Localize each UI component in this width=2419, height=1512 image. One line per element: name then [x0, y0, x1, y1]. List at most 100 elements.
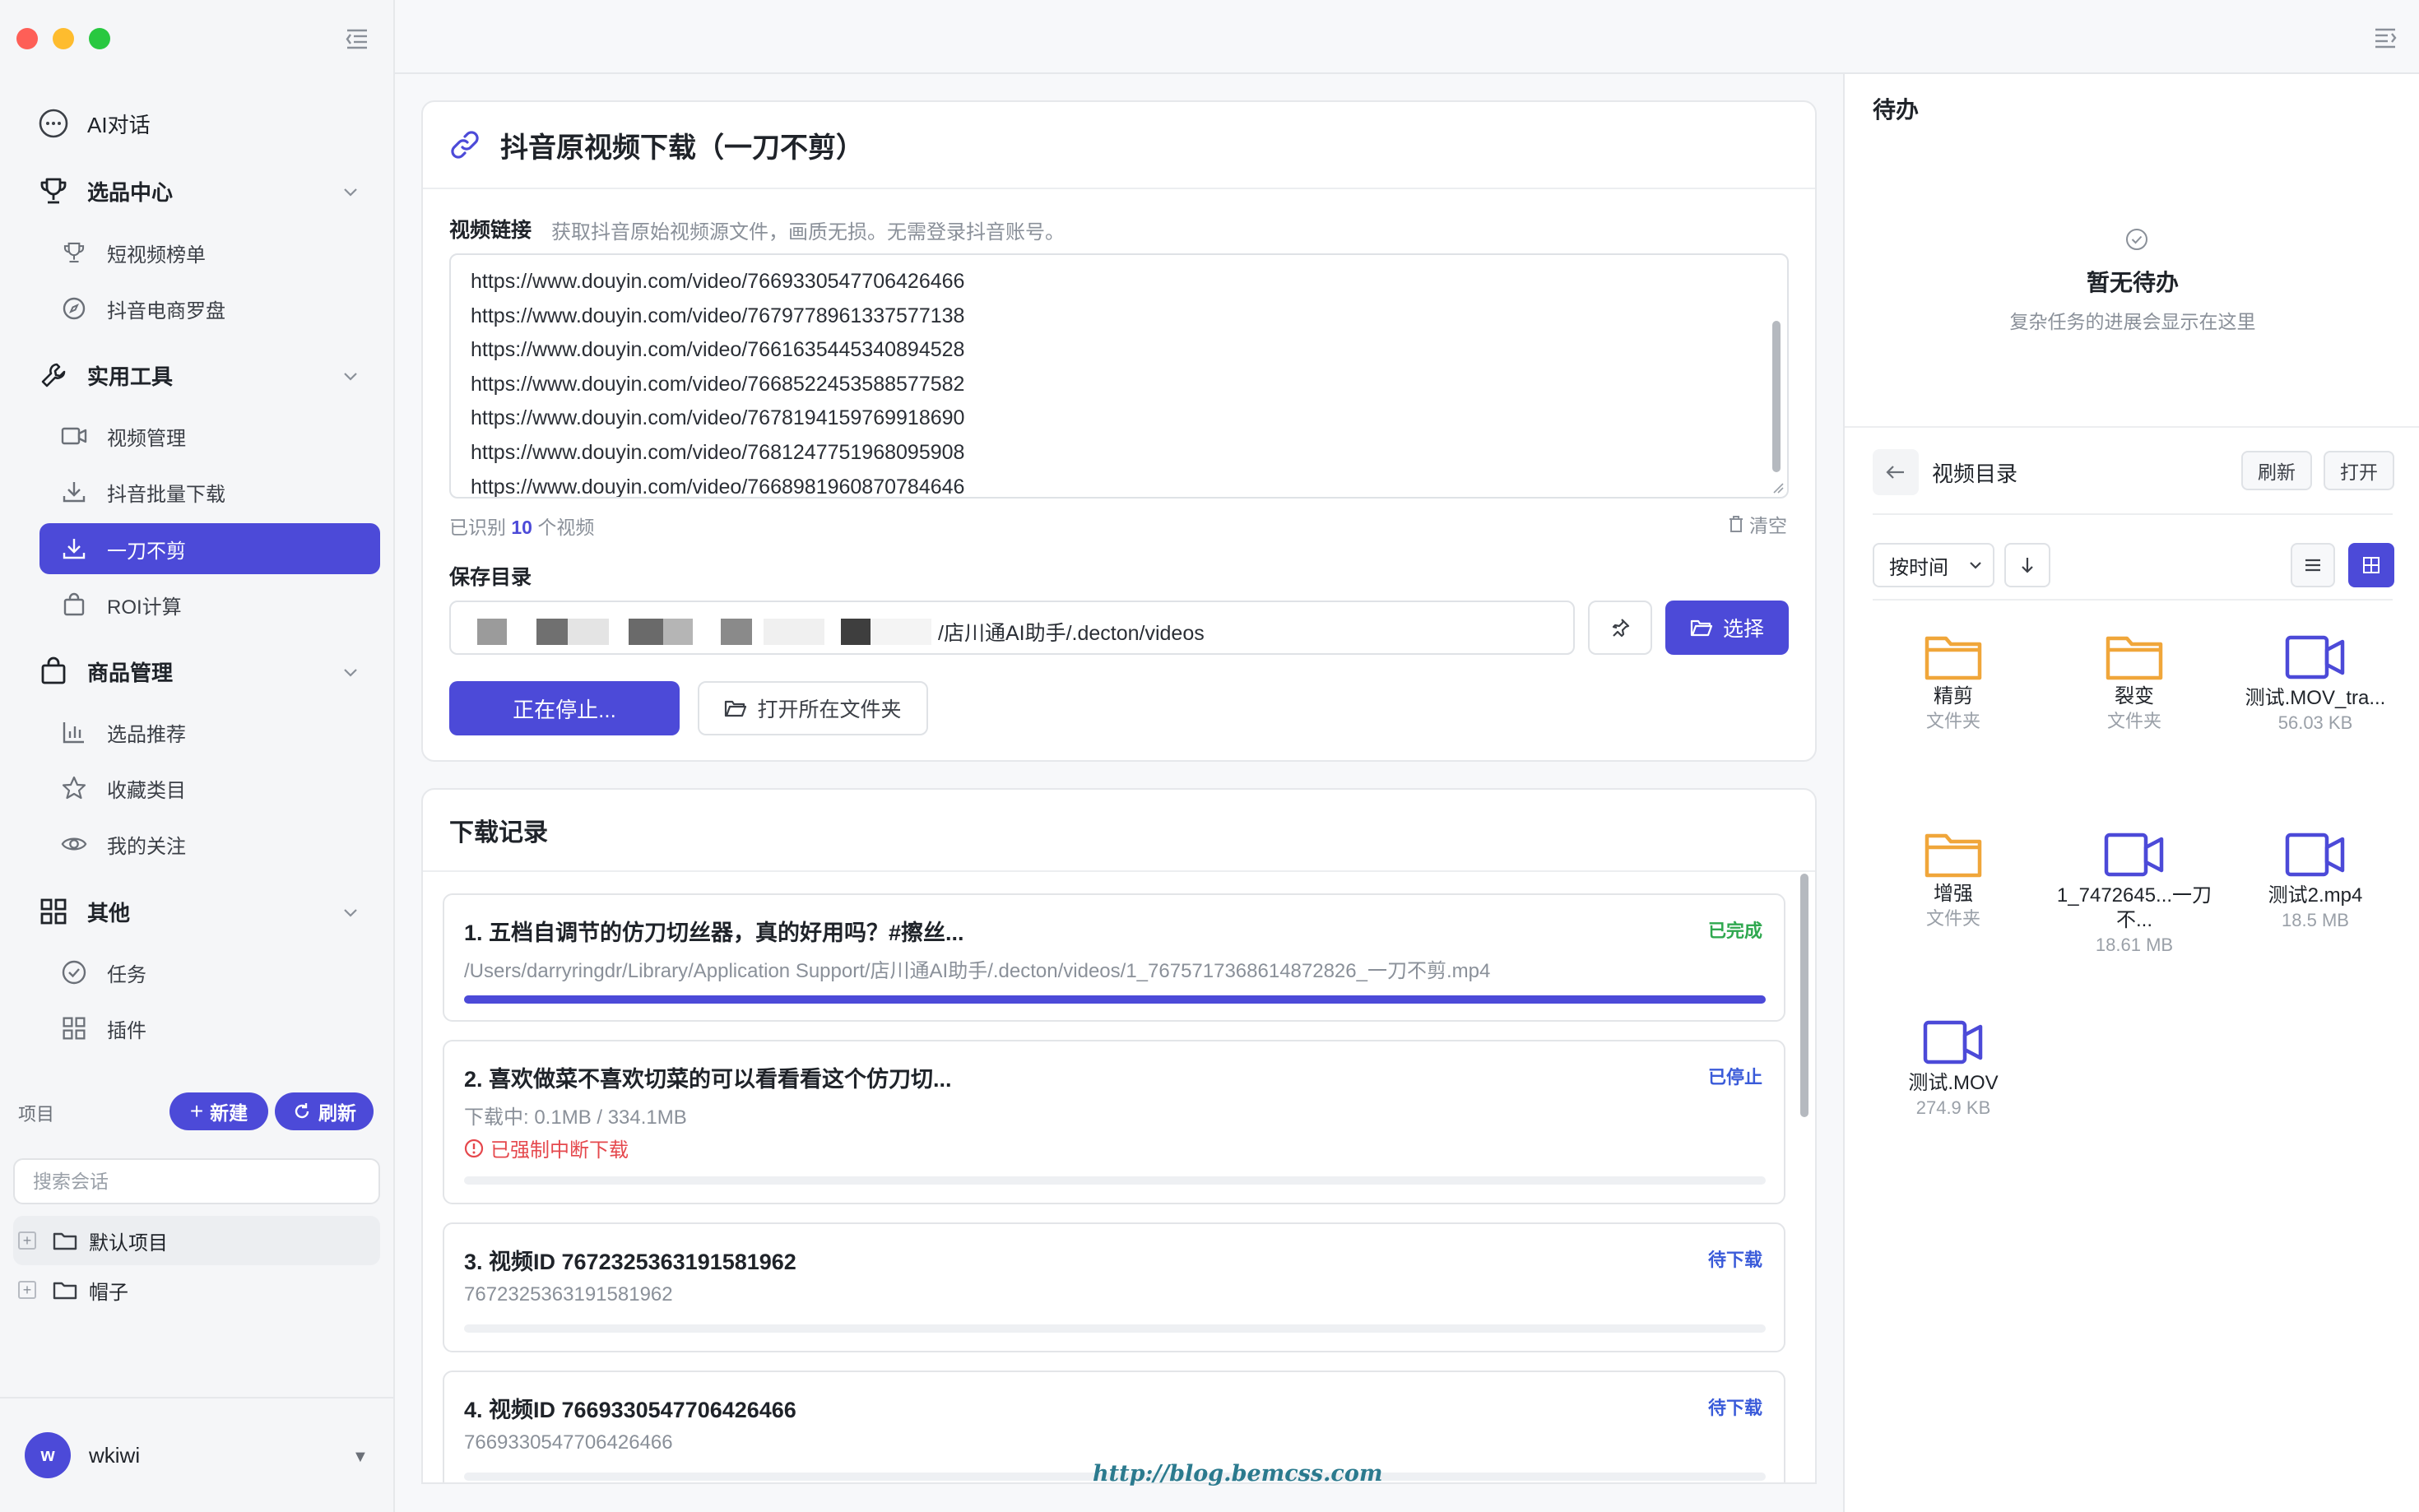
history-item[interactable]: 1. 五档自调节的仿刀切丝器，真的好用吗？#擦丝... 已完成 /Users/d…: [443, 893, 1785, 1022]
pin-button[interactable]: [1588, 601, 1652, 655]
trophy-icon: [40, 178, 67, 204]
status-badge: 已完成: [1707, 921, 1762, 941]
chevron-down-icon: [1970, 562, 1981, 569]
tree-item-default-project[interactable]: + 默认项目: [13, 1216, 380, 1265]
folder-tile[interactable]: 精剪 文件夹: [1871, 633, 2036, 734]
video-file-icon: [2104, 833, 2164, 877]
url-line: https://www.douyin.com/video/76812477519…: [471, 440, 965, 464]
video-file-tile[interactable]: 测试.MOV 274.9 KB: [1871, 1018, 2036, 1120]
search-conversation-input[interactable]: [13, 1158, 380, 1204]
window-zoom-button[interactable]: [89, 28, 110, 49]
redacted-block: [536, 619, 568, 645]
nav-douyin-compass[interactable]: 抖音电商罗盘: [39, 283, 380, 334]
nav-tasks[interactable]: 任务: [39, 947, 380, 998]
nav-product-manage[interactable]: 商品管理: [38, 653, 173, 689]
window-close-button[interactable]: [16, 28, 38, 49]
history-item[interactable]: 3. 视频ID 7672325363191581962 待下载 76723253…: [443, 1222, 1785, 1352]
file-meta: 文件夹: [2106, 711, 2161, 731]
sort-direction-button[interactable]: [2004, 543, 2050, 587]
top-bar: [395, 0, 2419, 74]
video-link-label: 视频链接: [449, 219, 532, 242]
nav-fav-category[interactable]: 收藏类目: [39, 763, 380, 814]
url-line: https://www.douyin.com/video/76616354453…: [471, 338, 965, 362]
nav-product-recommend-label: 选品推荐: [107, 723, 186, 746]
window-minimize-button[interactable]: [53, 28, 74, 49]
nav-my-follow-label: 我的关注: [107, 835, 186, 858]
clear-button[interactable]: 清空: [1728, 510, 1787, 538]
nav-no-cut[interactable]: 一刀不剪: [39, 523, 380, 574]
nav-video-manage[interactable]: 视频管理: [39, 410, 380, 461]
textarea-scrollbar[interactable]: [1772, 321, 1781, 472]
nav-plugins[interactable]: 插件: [39, 1003, 380, 1054]
file-open-button[interactable]: 打开: [2324, 451, 2394, 490]
nav-short-video-rank[interactable]: 短视频榜单: [39, 227, 380, 278]
url-line: https://www.douyin.com/video/76689819608…: [471, 475, 965, 499]
status-badge: 待下载: [1707, 1398, 1762, 1418]
sidebar-collapse-icon[interactable]: [344, 26, 370, 51]
trash-icon: [1730, 516, 1743, 532]
nav-ai-chat[interactable]: AI对话: [38, 105, 151, 141]
back-button[interactable]: [1873, 449, 1919, 495]
progress-bar: [464, 1324, 1766, 1333]
nav-tools[interactable]: 实用工具: [38, 357, 173, 393]
resize-handle-icon[interactable]: [1772, 482, 1784, 494]
history-item-title: 2. 喜欢做菜不喜欢切菜的可以看看看这个仿刀切...: [464, 1067, 952, 1092]
list-view-button[interactable]: [2291, 543, 2335, 587]
check-circle-icon: [2126, 229, 2147, 250]
avatar: w: [25, 1432, 71, 1478]
chevron-down-icon[interactable]: [341, 366, 360, 386]
history-item-id: 7672325363191581962: [464, 1283, 673, 1306]
video-file-tile[interactable]: 测试2.mp4 18.5 MB: [2233, 831, 2398, 933]
status-badge: 待下载: [1707, 1250, 1762, 1270]
nav-my-follow[interactable]: 我的关注: [39, 819, 380, 870]
video-file-tile[interactable]: 1_7472645...一刀不... 18.61 MB: [2052, 831, 2217, 958]
nav-product-recommend[interactable]: 选品推荐: [39, 707, 380, 758]
chevron-down-icon[interactable]: [341, 662, 360, 682]
redacted-block: [568, 619, 609, 645]
history-scrollbar[interactable]: [1800, 874, 1808, 1117]
caret-down-icon: ▼: [352, 1448, 369, 1466]
video-file-tile[interactable]: 测试.MOV_tra... 56.03 KB: [2233, 633, 2398, 735]
stop-button[interactable]: 正在停止...: [449, 681, 680, 735]
expand-icon[interactable]: +: [18, 1281, 36, 1299]
history-item[interactable]: 2. 喜欢做菜不喜欢切菜的可以看看看这个仿刀切... 已停止 下载中: 0.1M…: [443, 1040, 1785, 1204]
user-menu[interactable]: w wkiwi ▼: [0, 1397, 395, 1512]
tree-item-label: 帽子: [89, 1281, 128, 1304]
folder-tile[interactable]: 裂变 文件夹: [2052, 633, 2217, 734]
refresh-projects-button[interactable]: 刷新: [275, 1092, 374, 1130]
choose-dir-button[interactable]: 选择: [1665, 601, 1789, 655]
nav-douyin-batch-label: 抖音批量下载: [107, 483, 225, 506]
file-meta: 文件夹: [1925, 711, 1980, 731]
nav-fav-category-label: 收藏类目: [107, 779, 186, 802]
chevron-down-icon[interactable]: [341, 902, 360, 922]
save-dir-input[interactable]: /店川通AI助手/.decton/videos: [449, 601, 1575, 655]
video-link-textarea[interactable]: https://www.douyin.com/video/76693305477…: [449, 253, 1789, 499]
sort-select[interactable]: 按时间: [1873, 543, 1994, 587]
nav-douyin-batch[interactable]: 抖音批量下载: [39, 466, 380, 517]
compass-icon: [63, 297, 86, 320]
file-refresh-button[interactable]: 刷新: [2241, 451, 2312, 490]
todo-title: 待办: [1873, 97, 1920, 123]
nav-roi-label: ROI计算: [107, 596, 182, 619]
chevron-down-icon[interactable]: [341, 182, 360, 202]
right-panel-toggle-icon[interactable]: [2373, 26, 2398, 49]
new-project-button[interactable]: + 新建: [169, 1092, 268, 1130]
watermark: http://blog.bemcss.com: [1093, 1461, 1383, 1486]
folder-icon: [1925, 833, 1982, 878]
progress-bar: [464, 995, 1766, 1004]
nav-plugins-label: 插件: [107, 1019, 146, 1042]
grid-view-button[interactable]: [2348, 543, 2394, 587]
video-file-icon: [1923, 1020, 1983, 1064]
video-file-icon: [2285, 833, 2345, 877]
nav-others[interactable]: 其他: [38, 893, 130, 930]
tree-item-hat[interactable]: + 帽子: [13, 1265, 380, 1315]
open-folder-button[interactable]: 打开所在文件夹: [698, 681, 928, 735]
download-card: 抖音原视频下载（一刀不剪） 视频链接 获取抖音原始视频源文件，画质无损。无需登录…: [421, 100, 1817, 762]
check-circle-icon: [62, 960, 86, 985]
url-line: https://www.douyin.com/video/76781941597…: [471, 406, 965, 430]
nav-selection-center[interactable]: 选品中心: [38, 173, 173, 209]
url-line: https://www.douyin.com/video/76797789613…: [471, 304, 965, 327]
expand-icon[interactable]: +: [18, 1231, 36, 1250]
folder-tile[interactable]: 增强 文件夹: [1871, 831, 2036, 931]
nav-roi[interactable]: ROI计算: [39, 579, 380, 630]
